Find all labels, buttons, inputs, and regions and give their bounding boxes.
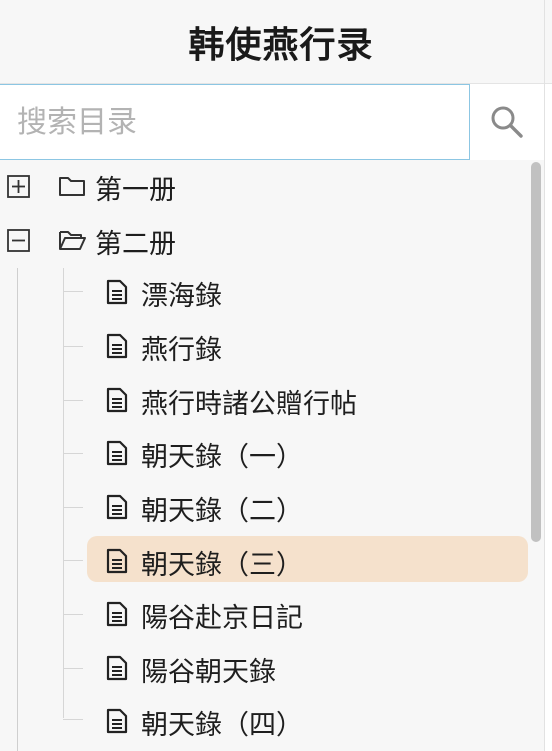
document-icon — [106, 601, 128, 627]
folder-open-icon — [59, 231, 86, 250]
document-icon — [106, 387, 128, 413]
folder-closed-icon — [59, 177, 85, 196]
catalog-panel: 韩使燕行录 第一册 — [0, 0, 552, 751]
tree-item-label: 朝天錄（三） — [141, 549, 303, 581]
search-icon — [491, 106, 523, 138]
tree-item-label: 燕行時諸公贈行帖 — [141, 388, 357, 420]
tree-volume-1[interactable]: 第一册 — [0, 160, 528, 214]
panel-divider — [544, 0, 545, 751]
tree-item-label: 陽谷赴京日記 — [141, 602, 303, 634]
document-icon — [106, 333, 128, 359]
catalog-tree: 第一册 第二册 漂海錄 燕行錄 燕行時諸公贈行帖 朝天錄（一） 朝天錄（二） 朝… — [0, 160, 544, 751]
title-bar: 韩使燕行录 — [0, 0, 552, 84]
tree-item-label: 朝天錄（二） — [141, 495, 303, 527]
document-icon — [106, 494, 128, 520]
tree-item[interactable]: 燕行時諸公贈行帖 — [0, 374, 528, 428]
tree-item[interactable]: 陽谷朝天錄 — [0, 642, 528, 696]
search-bar — [0, 84, 544, 160]
tree-volume-label: 第二册 — [95, 228, 176, 260]
document-icon — [106, 440, 128, 466]
tree-item-label: 陽谷朝天錄 — [141, 656, 276, 688]
tree-item[interactable]: 朝天錄（二） — [0, 481, 528, 535]
document-icon — [106, 655, 128, 681]
tree-item[interactable]: 燕行錄 — [0, 320, 528, 374]
tree-item[interactable]: 漂海錄 — [0, 266, 528, 320]
document-icon — [106, 279, 128, 305]
search-input[interactable] — [0, 84, 470, 160]
tree-item-selected[interactable]: 朝天錄（三） — [0, 535, 528, 589]
tree-volume-2[interactable]: 第二册 — [0, 214, 528, 268]
minus-square-icon[interactable] — [7, 229, 30, 252]
document-icon — [106, 548, 128, 574]
tree-item-label: 燕行錄 — [141, 334, 222, 366]
tree-item-label: 朝天錄（四） — [141, 709, 303, 741]
tree-item-label: 朝天錄（一） — [141, 441, 303, 473]
tree-item[interactable]: 朝天錄（四） — [0, 695, 528, 749]
tree-volume-label: 第一册 — [95, 174, 176, 206]
tree-item-label: 漂海錄 — [141, 280, 222, 312]
scrollbar-thumb[interactable] — [531, 162, 541, 542]
search-button[interactable] — [470, 84, 544, 160]
tree-item[interactable]: 朝天錄（一） — [0, 427, 528, 481]
page-title: 韩使燕行录 — [188, 24, 374, 66]
plus-square-icon[interactable] — [7, 175, 30, 198]
document-icon — [106, 708, 128, 734]
tree-item[interactable]: 陽谷赴京日記 — [0, 588, 528, 642]
